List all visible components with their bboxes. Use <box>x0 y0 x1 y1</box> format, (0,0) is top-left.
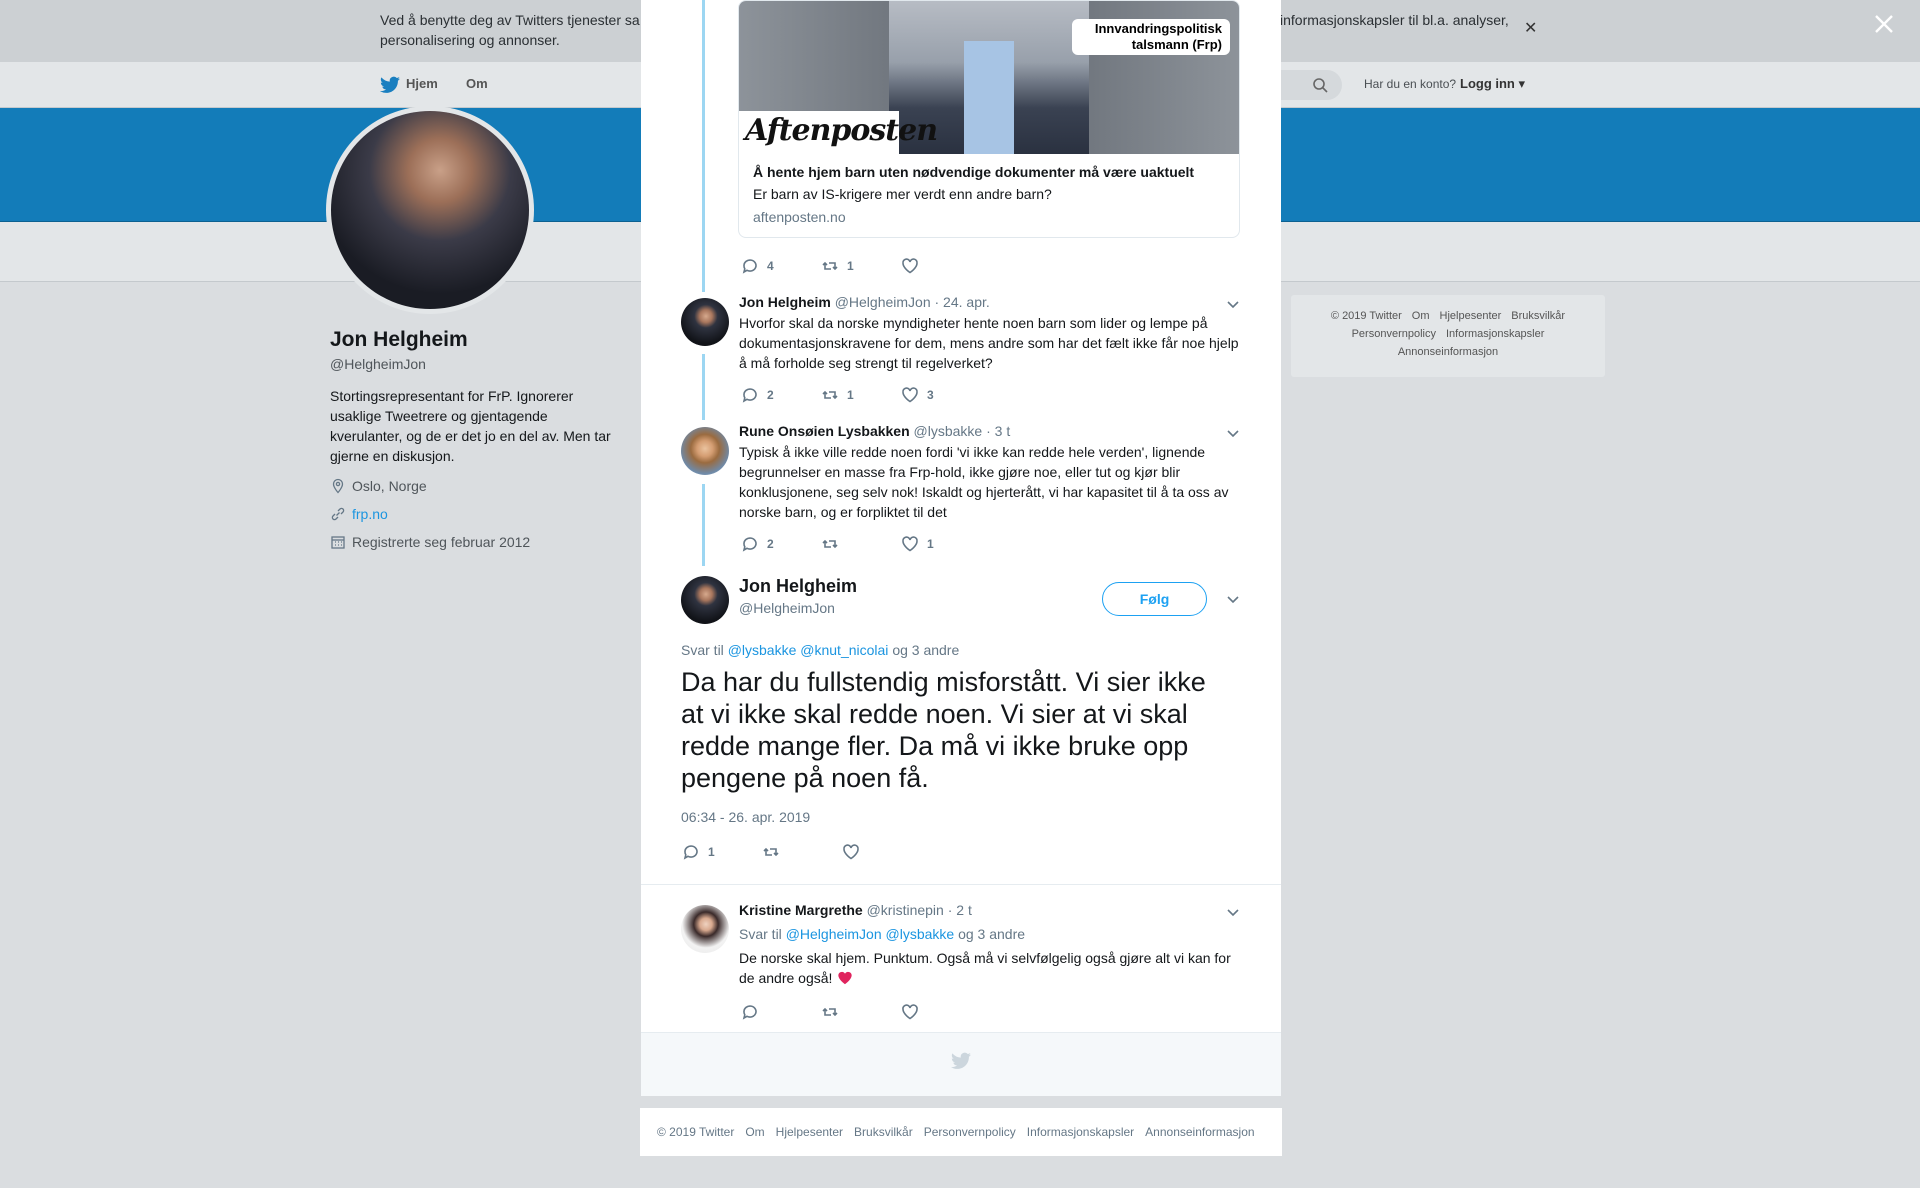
reply-to: Svar til @HelgheimJon @lysbakke og 3 and… <box>739 926 1026 942</box>
card-description: Er barn av IS-krigere mer verdt enn andr… <box>753 186 1052 202</box>
card-domain: aftenposten.no <box>753 209 846 225</box>
like-button[interactable]: 3 <box>901 386 981 404</box>
retweet-button[interactable]: 1 <box>821 257 901 275</box>
retweet-icon <box>822 390 838 400</box>
link-icon <box>331 507 345 521</box>
heart-icon <box>843 844 859 860</box>
login-question: Har du en konto? <box>1364 77 1457 91</box>
main-tweet-name[interactable]: Jon Helgheim <box>739 576 857 597</box>
reply-icon <box>742 1005 757 1020</box>
profile-handle[interactable]: @HelgheimJon <box>330 356 426 372</box>
profile-joined: Registrerte seg februar 2012 <box>330 534 530 550</box>
main-tweet-handle[interactable]: @HelgheimJon <box>739 600 835 616</box>
calendar-icon <box>331 536 345 549</box>
retweet-icon <box>822 539 838 549</box>
card-title[interactable]: Å hente hjem barn uten nødvendige dokume… <box>753 164 1194 180</box>
tweet-actions: 2 1 3 <box>741 386 981 404</box>
like-button[interactable]: 1 <box>901 535 981 553</box>
main-tweet-text: Da har du fullstendig misforstått. Vi si… <box>681 667 1206 793</box>
avatar[interactable] <box>681 427 729 475</box>
reply-icon <box>683 845 698 860</box>
avatar[interactable] <box>681 576 729 624</box>
profile-website[interactable]: frp.no <box>330 506 388 522</box>
reply-button[interactable]: 1 <box>682 843 762 861</box>
reply-to: Svar til @lysbakke @knut_nicolai og 3 an… <box>681 642 960 658</box>
profile-name[interactable]: Jon Helgheim <box>330 328 468 352</box>
reply-button[interactable] <box>741 1003 821 1021</box>
tweet-text: De norske skal hjem. Punktum. Også må vi… <box>739 950 1231 986</box>
tweet-actions: 2 1 <box>741 535 981 553</box>
retweet-button[interactable] <box>821 535 901 553</box>
nav-home-link[interactable]: Hjem <box>406 76 438 91</box>
tweet-header: Rune Onsøien Lysbakken @lysbakke · 3 t <box>739 423 1011 439</box>
reply-button[interactable]: 4 <box>741 257 821 275</box>
chevron-down-icon[interactable] <box>1226 297 1240 311</box>
main-tweet-timestamp[interactable]: 06:34 - 26. apr. 2019 <box>681 809 810 825</box>
divider <box>641 884 1281 885</box>
tweet-text: Typisk å ikke ville redde noen fordi 'vi… <box>739 444 1229 520</box>
profile-bio: Stortingsrepresentant for FrP. Ignorerer… <box>330 388 611 464</box>
nav-about-link[interactable]: Om <box>466 76 488 91</box>
chevron-down-icon[interactable] <box>1226 592 1240 606</box>
profile-avatar-image <box>331 111 529 309</box>
like-button[interactable] <box>901 257 981 275</box>
heart-icon <box>902 258 918 274</box>
aftenposten-logo: Aftenposten <box>739 111 938 154</box>
heart-icon <box>902 1004 918 1020</box>
cookie-text-right: informasjonskapsler til bl.a. analyser, <box>1280 12 1509 28</box>
heart-icon <box>902 536 918 552</box>
retweet-button[interactable] <box>821 1003 901 1021</box>
retweet-button[interactable]: 1 <box>821 386 901 404</box>
chevron-down-icon[interactable] <box>1226 426 1240 440</box>
retweet-button[interactable] <box>762 843 842 861</box>
thread-line <box>702 484 705 566</box>
tweet-actions: 4 1 <box>741 257 981 275</box>
tweet-actions: 1 <box>682 843 922 861</box>
avatar[interactable] <box>681 298 729 346</box>
reply-icon <box>742 388 757 403</box>
cookie-close-icon[interactable]: ✕ <box>1524 18 1537 38</box>
heart-icon <box>902 387 918 403</box>
cookie-text: Ved å benytte deg av Twitters tjenester … <box>380 12 640 48</box>
tweet-text: Hvorfor skal da norske myndigheter hente… <box>739 315 1239 371</box>
search-icon[interactable] <box>1312 77 1328 93</box>
chevron-down-icon[interactable] <box>1226 905 1240 919</box>
like-button[interactable] <box>901 1003 981 1021</box>
reply-button[interactable]: 2 <box>741 386 821 404</box>
reply-button[interactable]: 2 <box>741 535 821 553</box>
close-icon[interactable] <box>1872 12 1896 36</box>
profile-avatar[interactable] <box>326 106 534 314</box>
red-heart-emoji-icon <box>838 971 852 985</box>
side-footer: © 2019 Twitter Om Hjelpesenter Bruksvilkår … <box>1291 295 1605 377</box>
reply-icon <box>742 259 757 274</box>
location-pin-icon <box>332 478 344 494</box>
tweet-header: Jon Helgheim @HelgheimJon · 24. apr. <box>739 294 990 310</box>
twitter-bird-icon[interactable] <box>380 76 400 94</box>
retweet-icon <box>763 847 779 857</box>
tweet-actions <box>741 1003 981 1021</box>
thread-line <box>702 354 705 420</box>
reply-icon <box>742 537 757 552</box>
follow-button[interactable]: Følg <box>1102 582 1207 616</box>
card-caption: Innvandringspolitisk talsmann (Frp) <box>1072 19 1230 55</box>
retweet-icon <box>822 1007 838 1017</box>
avatar[interactable] <box>681 905 729 953</box>
login-link[interactable]: Logg inn ▾ <box>1460 76 1525 92</box>
retweet-icon <box>822 261 838 271</box>
twitter-bird-icon <box>951 1052 971 1069</box>
thread-line <box>702 0 705 292</box>
bottom-footer: © 2019 Twitter Om Hjelpesenter Bruksvilkår P… <box>640 1108 1282 1156</box>
tweet-header: Kristine Margrethe @kristinepin · 2 t <box>739 902 972 918</box>
link-card[interactable]: Innvandringspolitisk talsmann (Frp) Afte… <box>738 0 1240 238</box>
like-button[interactable] <box>842 843 922 861</box>
profile-location: Oslo, Norge <box>330 478 427 494</box>
